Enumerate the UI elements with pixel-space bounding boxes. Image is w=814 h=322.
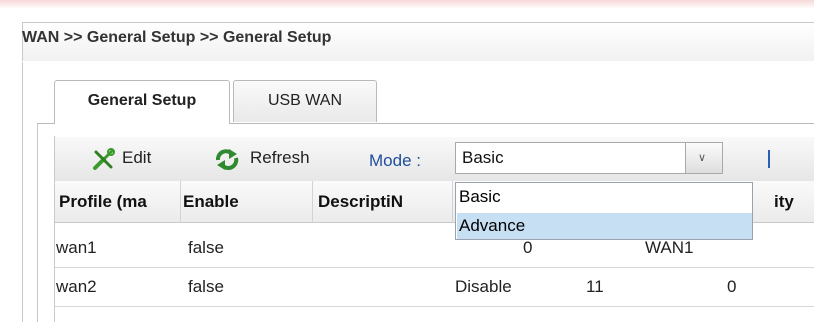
text-cursor [768, 150, 770, 168]
mode-dropdown-button[interactable]: ∨ [685, 142, 723, 174]
column-divider[interactable] [452, 181, 453, 223]
cell-col4: 0 [523, 238, 533, 257]
row-divider [55, 267, 814, 268]
cell-profile: wan2 [56, 277, 97, 296]
chevron-down-icon: ∨ [698, 152, 707, 164]
refresh-icon[interactable] [214, 148, 240, 170]
mode-option-basic[interactable]: Basic [457, 184, 752, 210]
mode-select[interactable]: Basic ∨ [455, 142, 723, 174]
cell-col4: Disable [455, 277, 512, 296]
mode-select-value: Basic [462, 148, 504, 167]
cell-col6: 0 [727, 277, 737, 296]
cell-col6: WAN1 [645, 238, 694, 257]
breadcrumb-text: WAN >> General Setup >> General Setup [22, 29, 332, 46]
top-accent-bar [0, 0, 814, 9]
inner-frame-border [37, 124, 38, 322]
column-divider[interactable] [180, 181, 181, 223]
edit-button[interactable]: Edit [122, 148, 151, 168]
column-header-priority[interactable]: ity [774, 192, 794, 212]
mode-option-advance[interactable]: Advance [457, 213, 752, 239]
cell-col5: 11 [586, 277, 604, 296]
column-header-description[interactable]: DescriptiN [318, 192, 403, 212]
cell-enable: false [188, 277, 224, 296]
cell-profile: wan1 [56, 238, 97, 257]
edit-icon[interactable] [92, 147, 116, 171]
refresh-button[interactable]: Refresh [250, 148, 310, 168]
column-header-profile[interactable]: Profile (ma [59, 192, 147, 212]
mode-dropdown-list: Basic Advance [455, 182, 753, 240]
tab-usb-wan[interactable]: USB WAN [233, 80, 377, 122]
mode-label: Mode : [369, 151, 421, 170]
cell-enable: false [188, 238, 224, 257]
row-divider [55, 306, 814, 307]
column-divider[interactable] [312, 181, 313, 223]
tab-general-setup[interactable]: General Setup [54, 80, 230, 124]
breadcrumb: WAN >> General Setup >> General Setup [22, 22, 814, 61]
column-header-enable[interactable]: Enable [183, 192, 239, 212]
